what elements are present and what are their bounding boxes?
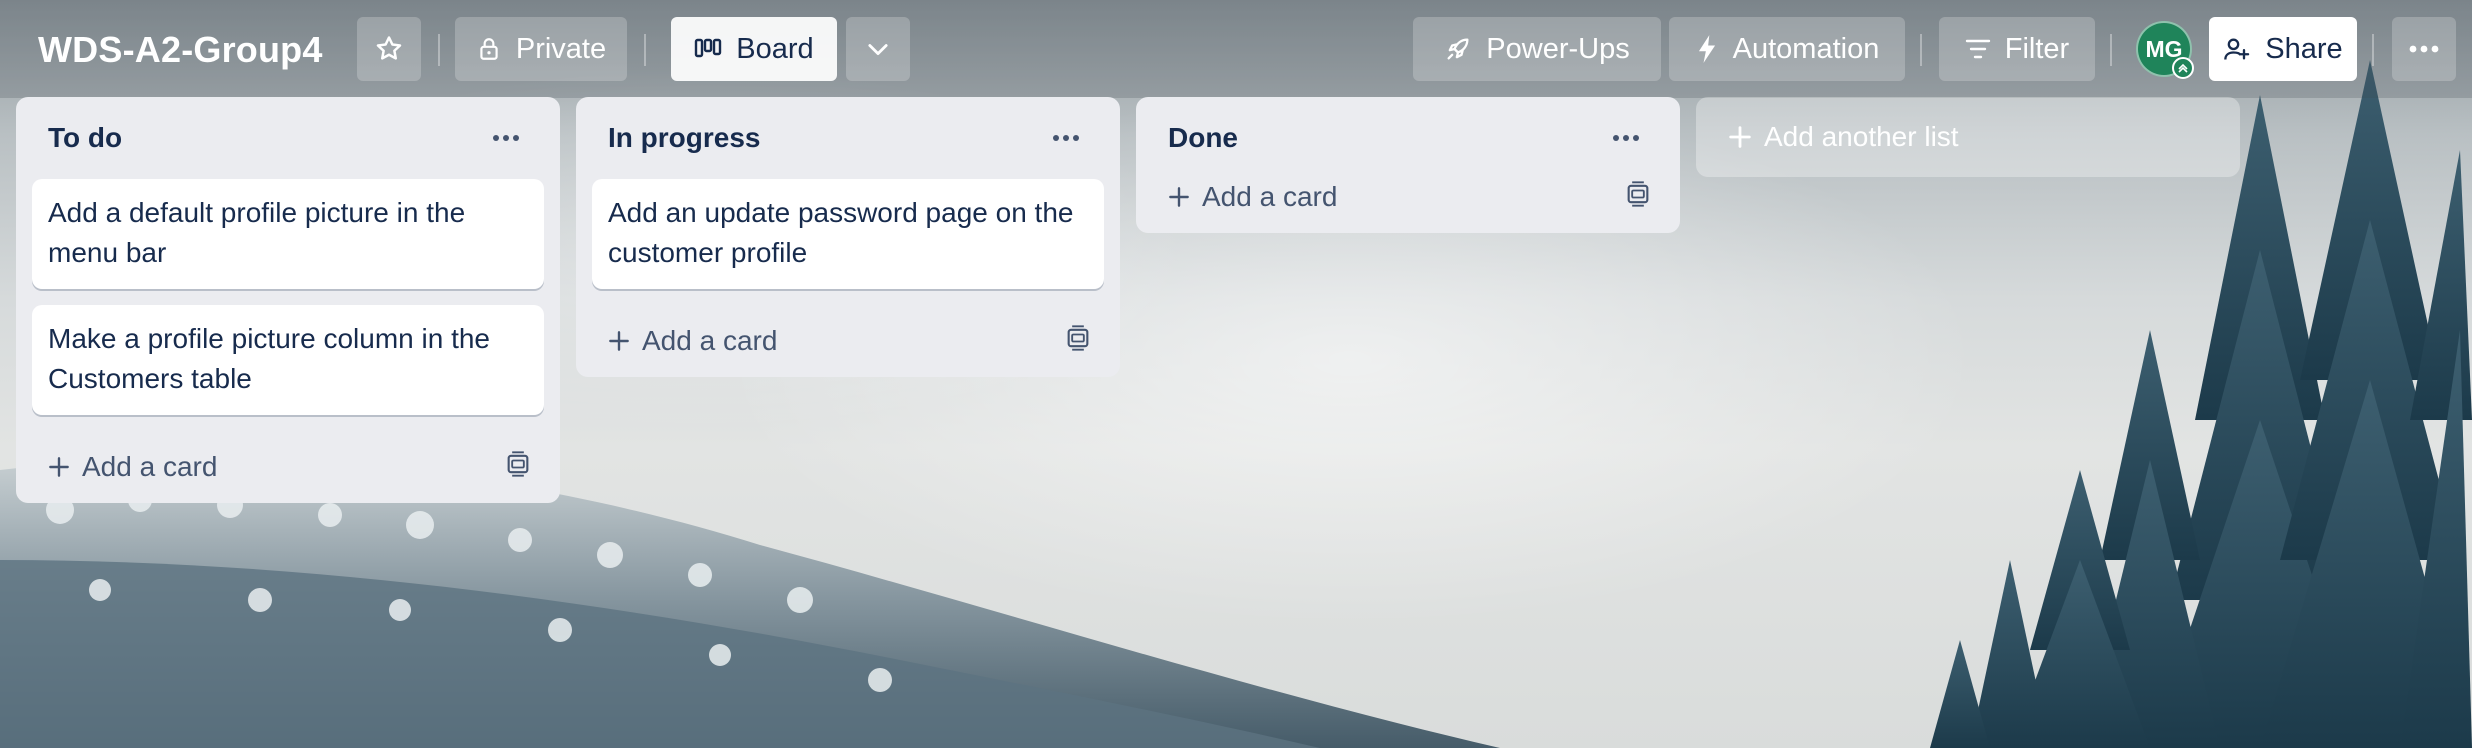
list-header: In progress bbox=[592, 97, 1104, 179]
card-template-icon bbox=[507, 450, 529, 477]
add-card-button[interactable]: Add a card bbox=[1166, 181, 1337, 213]
card[interactable]: Add a default profile picture in the men… bbox=[32, 179, 544, 289]
ellipsis-icon bbox=[1613, 135, 1639, 141]
ellipsis-icon bbox=[1053, 135, 1079, 141]
star-button[interactable] bbox=[357, 17, 421, 81]
power-ups-label: Power-Ups bbox=[1486, 32, 1630, 65]
list-menu-button[interactable] bbox=[1044, 116, 1088, 160]
filter-label: Filter bbox=[2004, 32, 2070, 65]
plus-icon bbox=[49, 457, 69, 477]
plus-icon bbox=[1729, 126, 1751, 148]
divider bbox=[644, 34, 646, 66]
plus-icon bbox=[1169, 187, 1189, 207]
add-card-row: Add a card bbox=[592, 305, 1104, 377]
add-card-label: Add a card bbox=[82, 451, 218, 482]
board-header: WDS-A2-Group4 Private Board Power-Ups Au… bbox=[0, 0, 2472, 98]
list-title[interactable]: Done bbox=[1168, 122, 1238, 154]
add-another-list-button[interactable]: Add another list bbox=[1696, 97, 2240, 177]
divider bbox=[2110, 34, 2112, 66]
list-done: Done Add a card bbox=[1136, 97, 1680, 233]
list-menu-button[interactable] bbox=[1604, 116, 1648, 160]
filter-button[interactable]: Filter bbox=[1939, 17, 2095, 81]
power-ups-button[interactable]: Power-Ups bbox=[1413, 17, 1661, 81]
automation-button[interactable]: Automation bbox=[1669, 17, 1905, 81]
list-header: To do bbox=[32, 97, 544, 179]
add-card-button[interactable]: Add a card bbox=[46, 451, 217, 483]
add-card-row: Add a card bbox=[1152, 161, 1664, 233]
add-person-icon bbox=[2223, 35, 2251, 63]
card-template-icon bbox=[1627, 180, 1649, 207]
share-button[interactable]: Share bbox=[2209, 17, 2357, 81]
board-title[interactable]: WDS-A2-Group4 bbox=[26, 22, 335, 78]
share-label: Share bbox=[2265, 32, 2343, 65]
add-another-list-label: Add another list bbox=[1764, 121, 1959, 152]
list-to-do: To do Add a default profile picture in t… bbox=[16, 97, 560, 503]
board-menu-button[interactable] bbox=[2392, 17, 2456, 81]
list-title[interactable]: To do bbox=[48, 122, 122, 154]
card-template-icon bbox=[1067, 324, 1089, 351]
rocket-icon bbox=[1444, 35, 1472, 63]
filter-icon bbox=[1965, 38, 1991, 60]
list-title[interactable]: In progress bbox=[608, 122, 760, 154]
board-view-label: Board bbox=[736, 32, 814, 65]
board-view-button[interactable]: Board bbox=[671, 17, 837, 81]
add-card-label: Add a card bbox=[1202, 181, 1338, 212]
board-view-icon bbox=[694, 36, 722, 62]
divider bbox=[2372, 34, 2374, 66]
divider bbox=[438, 34, 440, 66]
chevron-down-icon bbox=[864, 35, 892, 63]
add-card-button[interactable]: Add a card bbox=[606, 325, 777, 357]
ellipsis-icon bbox=[2408, 44, 2440, 54]
plus-icon bbox=[609, 331, 629, 351]
add-card-row: Add a card bbox=[32, 431, 544, 503]
list-in-progress: In progress Add an update password page … bbox=[576, 97, 1120, 377]
create-from-template-button[interactable] bbox=[1624, 180, 1652, 215]
add-card-label: Add a card bbox=[642, 325, 778, 356]
visibility-button[interactable]: Private bbox=[455, 17, 627, 81]
admin-chevron-icon bbox=[2172, 57, 2194, 79]
card[interactable]: Make a profile picture column in the Cus… bbox=[32, 305, 544, 415]
create-from-template-button[interactable] bbox=[504, 450, 532, 485]
list-menu-button[interactable] bbox=[484, 116, 528, 160]
star-icon bbox=[374, 34, 404, 64]
create-from-template-button[interactable] bbox=[1064, 324, 1092, 359]
automation-label: Automation bbox=[1732, 32, 1880, 65]
lightning-icon bbox=[1695, 34, 1719, 64]
lock-icon bbox=[476, 36, 502, 62]
ellipsis-icon bbox=[493, 135, 519, 141]
view-switcher-dropdown[interactable] bbox=[846, 17, 910, 81]
visibility-label: Private bbox=[515, 32, 607, 65]
card[interactable]: Add an update password page on the custo… bbox=[592, 179, 1104, 289]
divider bbox=[1920, 34, 1922, 66]
